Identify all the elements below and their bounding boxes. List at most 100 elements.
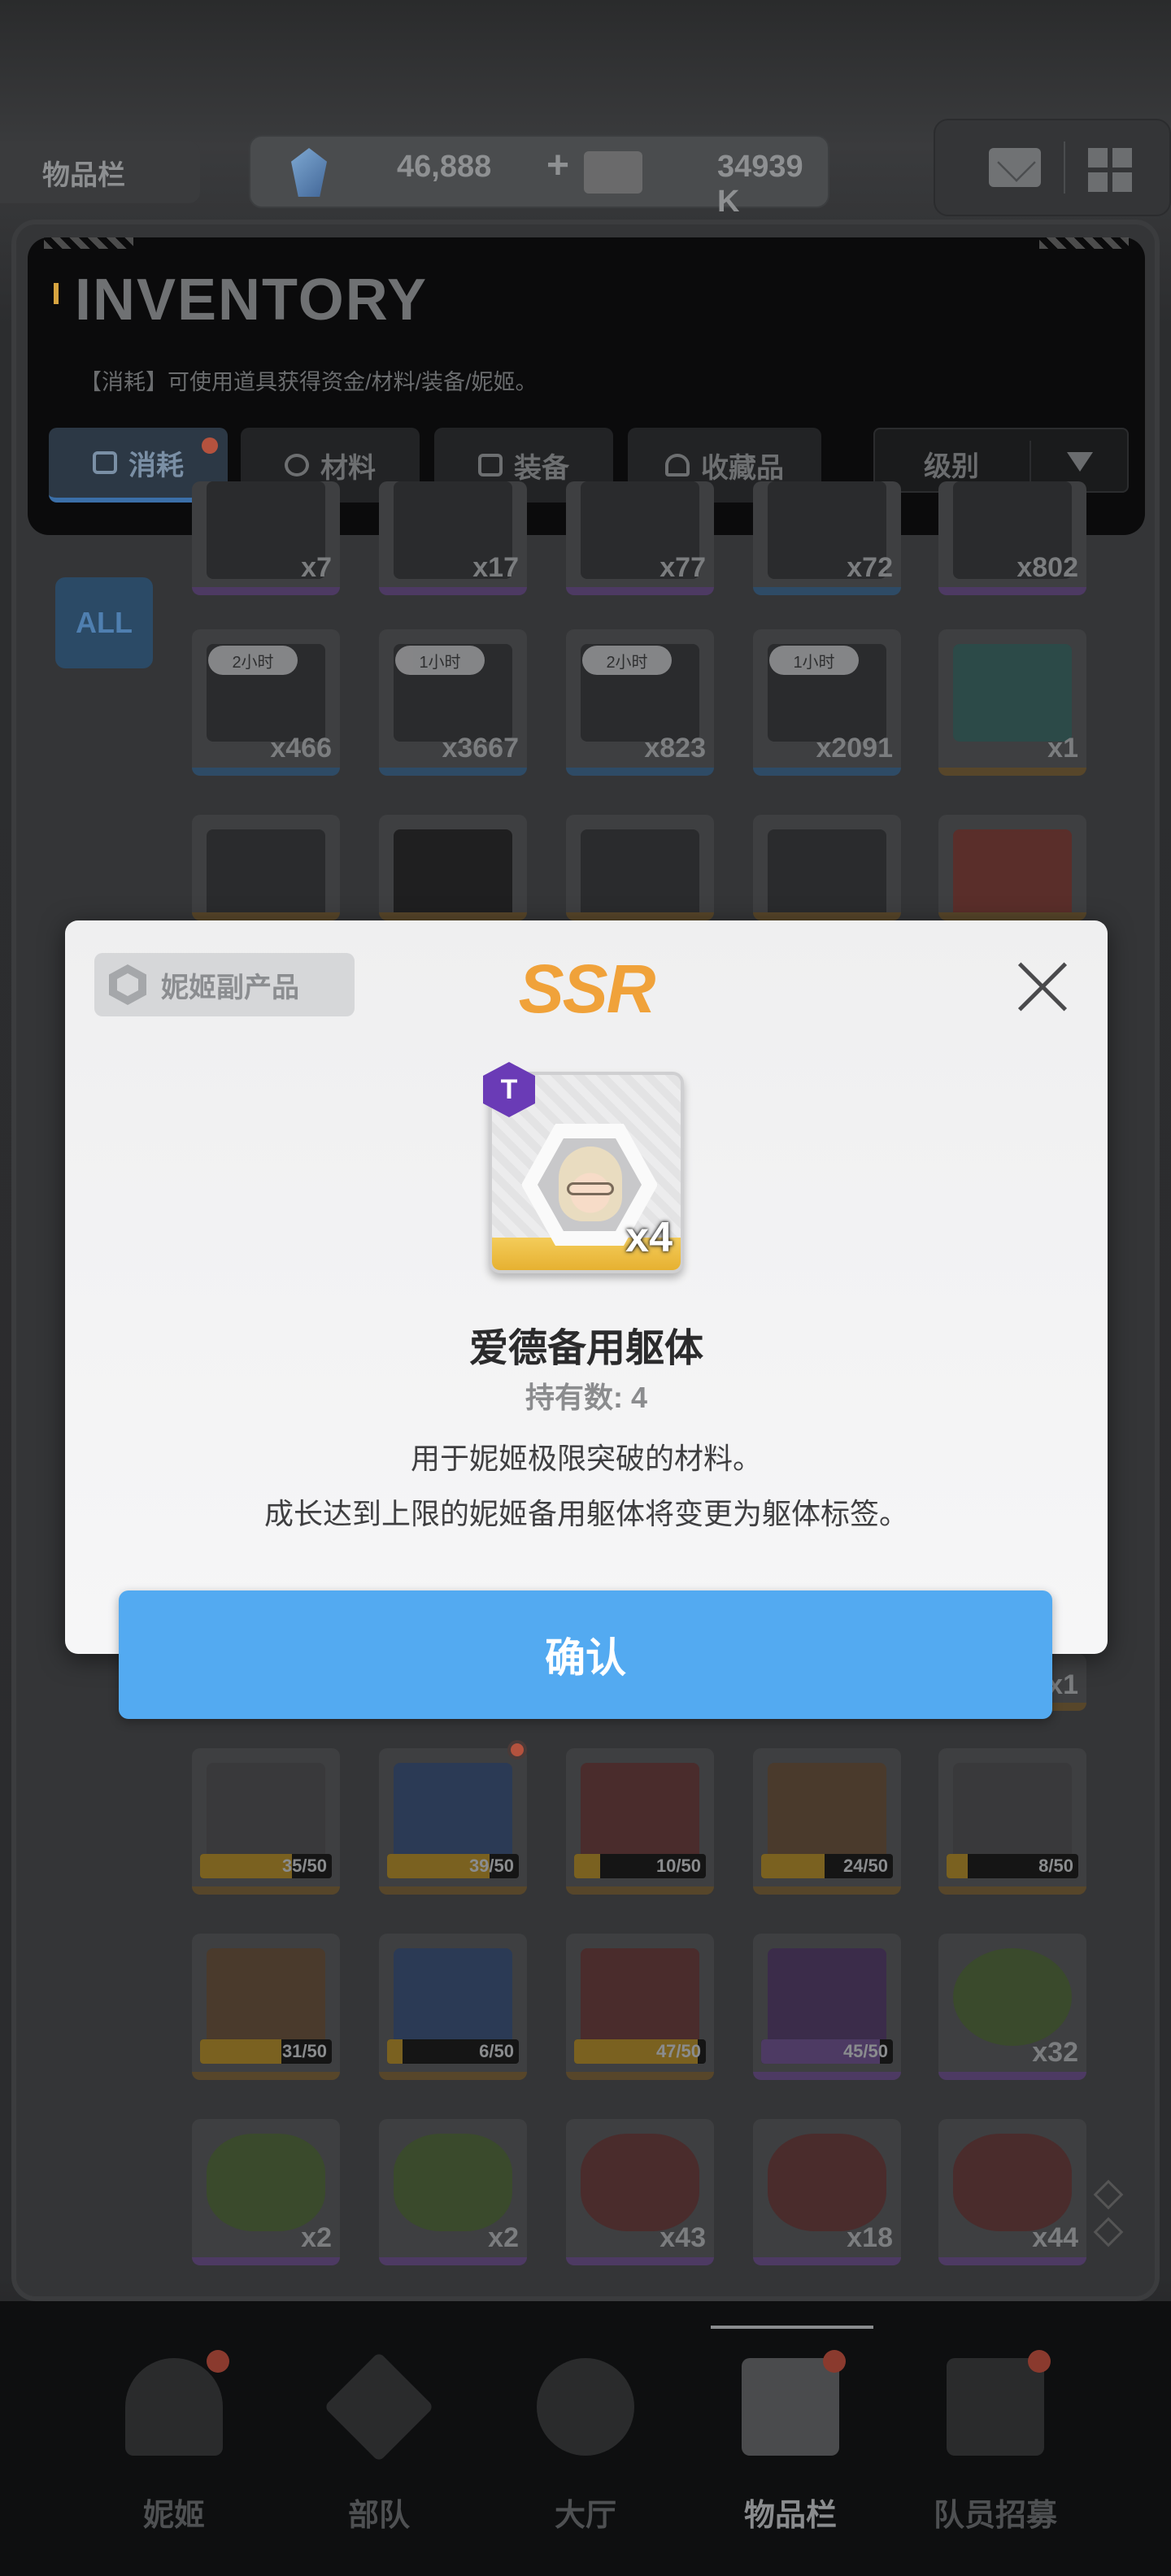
owned-count: 持有数: 4: [525, 1381, 647, 1414]
timer-badge: 1小时: [395, 646, 485, 675]
nav-label: 妮姬: [142, 2499, 205, 2533]
inventory-item[interactable]: [753, 815, 901, 920]
progress-text: 39/50: [468, 1856, 514, 1876]
item-description: 用于妮姬极限突破的材料。 成长达到上限的妮姬备用躯体将变更为躯体标签。: [65, 1431, 1108, 1542]
tab-label: 材料: [320, 452, 376, 484]
inventory-item[interactable]: [379, 815, 527, 920]
inventory-item[interactable]: x18: [753, 2119, 901, 2265]
item-count: x72: [847, 552, 893, 583]
item-art: [394, 829, 512, 912]
item-art: [953, 1763, 1072, 1860]
add-gems-button[interactable]: +: [546, 143, 569, 188]
inventory-item[interactable]: x77: [566, 481, 714, 595]
item-art: [394, 1763, 512, 1860]
progress-text: 35/50: [281, 1856, 327, 1876]
inventory-item[interactable]: x17: [379, 481, 527, 595]
item-count: x802: [1016, 552, 1078, 583]
menu-grid-icon[interactable]: [1088, 148, 1132, 192]
inventory-item[interactable]: [192, 815, 340, 920]
item-count: x77: [660, 552, 706, 583]
inventory-item[interactable]: 31/50: [192, 1934, 340, 2080]
inventory-item[interactable]: 1小时 x3667: [379, 629, 527, 776]
mail-icon[interactable]: [989, 148, 1041, 187]
nav-label: 大厅: [554, 2499, 616, 2533]
inventory-item[interactable]: x7: [192, 481, 340, 595]
item-art: [953, 2134, 1072, 2231]
inventory-item[interactable]: 39/50: [379, 1748, 527, 1895]
description-line: 成长达到上限的妮姬备用躯体将变更为躯体标签。: [263, 1497, 908, 1530]
collection-icon: [665, 454, 690, 476]
inventory-item[interactable]: x1: [938, 629, 1086, 776]
inventory-item[interactable]: 6/50: [379, 1934, 527, 2080]
inventory-item[interactable]: 35/50: [192, 1748, 340, 1895]
notification-dot: [823, 2350, 846, 2373]
item-art: [207, 2134, 325, 2231]
item-count: x2091: [816, 733, 893, 764]
inventory-item[interactable]: x32: [938, 1934, 1086, 2080]
credit-icon: [584, 151, 642, 194]
progress-text: 47/50: [655, 2041, 701, 2061]
item-count: x823: [644, 733, 706, 764]
nav-recruit[interactable]: 队员招募: [898, 2334, 1093, 2545]
inventory-item[interactable]: x43: [566, 2119, 714, 2265]
item-art: [768, 2134, 886, 2231]
item-art: [768, 829, 886, 912]
nikke-icon: [125, 2358, 223, 2456]
item-art: [768, 1948, 886, 2046]
item-count: x44: [1032, 2222, 1078, 2253]
progress-bar: 6/50: [387, 2039, 519, 2064]
nav-label: 部队: [347, 2499, 410, 2533]
bottom-nav: 妮姬 部队 大厅 物品栏 队员招募: [0, 2301, 1171, 2576]
progress-text: 8/50: [1038, 1856, 1073, 1876]
inventory-item[interactable]: 2小时 x466: [192, 629, 340, 776]
inventory-item[interactable]: x72: [753, 481, 901, 595]
inventory-item[interactable]: 45/50: [753, 1934, 901, 2080]
inventory-item[interactable]: [566, 815, 714, 920]
item-count: x7: [301, 552, 332, 583]
progress-bar: 35/50: [200, 1854, 332, 1878]
divider: [1030, 441, 1031, 481]
tab-label: 消耗: [128, 450, 184, 481]
inventory-item[interactable]: x44: [938, 2119, 1086, 2265]
progress-text: 6/50: [479, 2041, 514, 2061]
inventory-item[interactable]: 10/50: [566, 1748, 714, 1895]
item-art: [581, 829, 699, 912]
nav-label: 物品栏: [743, 2499, 837, 2533]
screen-tag: 物品栏: [0, 141, 200, 203]
description-line: 用于妮姬极限突破的材料。: [410, 1442, 762, 1475]
nav-nikke[interactable]: 妮姬: [76, 2334, 272, 2545]
confirm-button[interactable]: 确认: [119, 1590, 1052, 1719]
nav-squad[interactable]: 部队: [281, 2334, 477, 2545]
squad-icon: [324, 2352, 434, 2462]
inventory-item[interactable]: 24/50: [753, 1748, 901, 1895]
nav-lobby[interactable]: 大厅: [488, 2334, 683, 2545]
item-detail-modal: 妮姬副产品 SSR x4 T 爱德备用躯体 持有数: 4 用于妮姬极限突破的材料…: [65, 920, 1108, 1654]
inventory-item[interactable]: 47/50: [566, 1934, 714, 2080]
tab-label: 收藏品: [701, 452, 784, 484]
gem-icon: [291, 148, 327, 197]
item-art: [768, 1763, 886, 1860]
nav-inventory[interactable]: 物品栏: [693, 2334, 888, 2545]
credits-amount: 34939 K: [717, 150, 803, 219]
progress-bar: 10/50: [574, 1854, 706, 1878]
inventory-item[interactable]: 8/50: [938, 1748, 1086, 1895]
progress-text: 24/50: [842, 1856, 888, 1876]
sort-label: 级别: [924, 451, 979, 482]
progress-bar: 45/50: [761, 2039, 893, 2064]
inventory-item[interactable]: 2小时 x823: [566, 629, 714, 776]
rarity-label: SSR: [518, 951, 656, 1027]
inventory-item[interactable]: [938, 815, 1086, 920]
item-count: x32: [1032, 2037, 1078, 2068]
inventory-item[interactable]: x802: [938, 481, 1086, 595]
page-title: INVENTORY: [75, 268, 429, 333]
progress-text: 45/50: [842, 2041, 888, 2061]
item-art: [207, 1948, 325, 2046]
inventory-item[interactable]: x2: [379, 2119, 527, 2265]
item-art: [581, 1948, 699, 2046]
gem-amount: 46,888: [397, 150, 492, 184]
inventory-item[interactable]: x2: [192, 2119, 340, 2265]
close-icon[interactable]: [1015, 959, 1070, 1015]
filter-all-button[interactable]: ALL: [55, 577, 153, 668]
inventory-item[interactable]: 1小时 x2091: [753, 629, 901, 776]
item-art: [394, 1948, 512, 2046]
